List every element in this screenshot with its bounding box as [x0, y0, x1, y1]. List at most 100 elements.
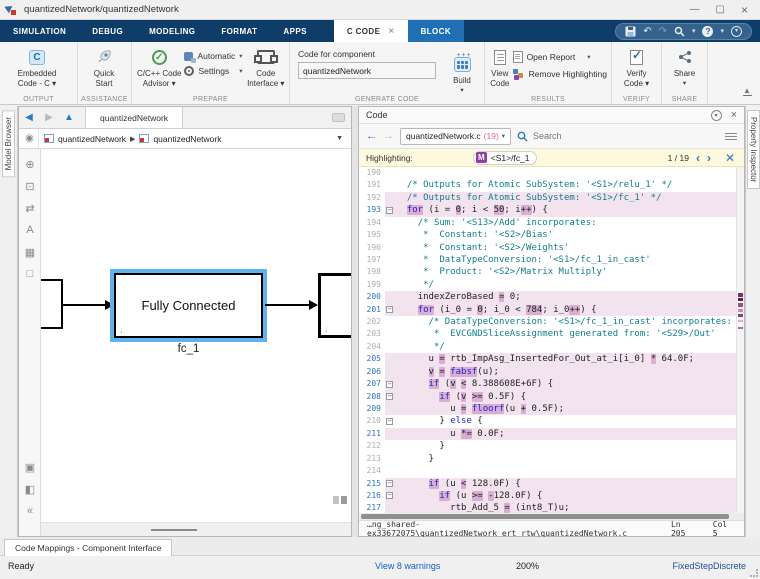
fold-icon[interactable]: − — [386, 480, 393, 487]
code-line[interactable]: 212 } — [359, 440, 736, 452]
doc-bar-extra-icon[interactable] — [332, 113, 345, 122]
search-icon[interactable] — [674, 26, 685, 37]
code-line[interactable]: 201− for (i_0 = 0; i_0 < 784; i_0++) { — [359, 304, 736, 316]
resize-grip[interactable] — [750, 569, 758, 577]
canvas-horizontal-scrollbar[interactable] — [41, 522, 351, 536]
fold-icon[interactable]: − — [386, 306, 393, 313]
code-line[interactable]: 192 /* Outputs for Atomic SubSystem: '<S… — [359, 192, 736, 204]
highlighted-element-badge[interactable]: M <S1>/fc_1 — [473, 151, 537, 165]
code-line[interactable]: 203 * EVCGNDSliceAssignment generated fr… — [359, 328, 736, 340]
subsystem-icon[interactable]: ◧ — [19, 478, 41, 500]
tab-debug[interactable]: DEBUG — [79, 20, 136, 42]
diagram-canvas[interactable]: ↓ Fully Connected ↓ fc_1 ↓ — [41, 149, 351, 522]
image-icon[interactable]: ▦ — [19, 241, 41, 263]
settings-button[interactable]: Settings▾ — [184, 66, 242, 76]
redo-icon[interactable]: ↷ — [659, 24, 667, 39]
code-line[interactable]: 202 /* DataTypeConversion: '<S1>/fc_1_in… — [359, 316, 736, 328]
code-line[interactable]: 194 /* Sum: '<S13>/Add' incorporates: — [359, 217, 736, 229]
search-input[interactable] — [533, 131, 719, 141]
collapse-ribbon-icon[interactable]: ▲ — [743, 86, 752, 96]
code-line[interactable]: 199 */ — [359, 279, 736, 291]
verify-code-button[interactable]: VerifyCode ▾ — [616, 45, 657, 88]
tab-c-code[interactable]: C CODE× — [334, 20, 408, 42]
close-icon[interactable]: × — [741, 0, 748, 20]
warnings-link[interactable]: View 8 warnings — [375, 561, 440, 571]
breadcrumb-current[interactable]: quantizedNetwork — [153, 134, 221, 144]
code-line[interactable]: 196 * Constant: '<S2>/Weights' — [359, 242, 736, 254]
code-line[interactable]: 208− if (v >= 0.5F) { — [359, 391, 736, 403]
solver-name[interactable]: FixedStepDiscrete — [672, 561, 746, 571]
fold-icon[interactable]: − — [386, 418, 393, 425]
fully-connected-block[interactable]: Fully Connected ↓ — [114, 273, 263, 338]
close-tab-icon[interactable]: × — [388, 26, 394, 37]
code-line[interactable]: 205 u = rtb_ImpAsg_InsertedFor_Out_at_i[… — [359, 353, 736, 365]
file-dropdown[interactable]: quantizedNetwork.c (19) ▾ — [400, 128, 511, 145]
clear-highlighting-icon[interactable]: ✕ — [725, 151, 735, 165]
automatic-button[interactable]: Automatic▾ — [184, 51, 242, 61]
minimize-toolstrip-icon[interactable]: ▾ — [731, 26, 742, 37]
code-line[interactable]: 200 indexZeroBased = 0; — [359, 291, 736, 303]
panel-options-icon[interactable]: ▾ — [711, 110, 722, 121]
code-line[interactable]: 207− if (v < 8.388608E+6F) { — [359, 378, 736, 390]
minimize-icon[interactable]: — — [690, 0, 700, 20]
upstream-block[interactable]: ↓ — [41, 279, 63, 329]
save-icon[interactable] — [625, 26, 636, 37]
remove-highlighting-button[interactable]: Remove Highlighting — [513, 68, 607, 80]
up-to-parent-icon[interactable]: ▲ — [59, 107, 79, 128]
tab-modeling[interactable]: MODELING — [136, 20, 208, 42]
area-icon[interactable]: □ — [19, 263, 41, 285]
code-line[interactable]: 206 v = fabsf(u); — [359, 366, 736, 378]
view-code-button[interactable]: ViewCode — [489, 45, 511, 88]
code-mappings-tab[interactable]: Code Mappings - Component Interface — [4, 539, 172, 556]
code-line[interactable]: 191 /* Outputs for Atomic SubSystem: '<S… — [359, 179, 736, 191]
document-tab[interactable]: quantizedNetwork — [85, 107, 183, 128]
undo-icon[interactable]: ↶ — [643, 24, 651, 39]
search-dropdown-icon[interactable]: ▾ — [692, 27, 696, 35]
help-dropdown-icon[interactable]: ▾ — [720, 27, 724, 35]
embedded-code-button[interactable]: C EmbeddedCode - C ▾ — [4, 45, 70, 88]
code-forward-icon[interactable]: → — [383, 130, 394, 142]
code-line[interactable]: 198 * Product: '<S2>/Matrix Multiply' — [359, 266, 736, 278]
code-line[interactable]: 210− } else { — [359, 415, 736, 427]
quick-start-button[interactable]: QuickStart — [82, 45, 126, 88]
signal-wire[interactable] — [265, 304, 311, 306]
code-line[interactable]: 190 — [359, 167, 736, 179]
code-advisor-button[interactable]: ✓ C/C++ CodeAdvisor ▾ — [136, 45, 182, 88]
fold-icon[interactable]: − — [386, 492, 393, 499]
close-code-panel-icon[interactable]: × — [731, 110, 737, 121]
code-line[interactable]: 193− for (i = 0; i < 50; i++) { — [359, 204, 736, 216]
downstream-block[interactable]: ↓ — [318, 273, 351, 338]
tab-apps[interactable]: APPS — [270, 20, 319, 42]
forward-icon[interactable]: ▶ — [39, 107, 59, 128]
menu-icon[interactable] — [725, 133, 737, 140]
signal-wire[interactable] — [63, 304, 107, 306]
code-line[interactable]: 217 rtb_Add_5 = (int8_T)u; — [359, 502, 736, 513]
model-browser-tab[interactable]: Model Browser — [2, 110, 15, 177]
code-line[interactable]: 213 } — [359, 453, 736, 465]
block-name-label[interactable]: fc_1 — [114, 343, 263, 355]
previous-match-icon[interactable]: ‹ — [696, 152, 700, 164]
breadcrumb-dropdown-icon[interactable]: ▼ — [336, 135, 343, 142]
tab-simulation[interactable]: SIMULATION — [0, 20, 79, 42]
code-line[interactable]: 215− if (u < 128.0F) { — [359, 478, 736, 490]
zoom-icon[interactable]: ⊕ — [19, 153, 41, 175]
share-button[interactable]: Share▾ — [666, 45, 703, 88]
next-match-icon[interactable]: › — [707, 152, 711, 164]
code-back-icon[interactable]: ← — [366, 130, 377, 142]
annotation-icon[interactable]: A — [19, 219, 41, 241]
code-interface-button[interactable]: CodeInterface ▾ — [247, 45, 285, 88]
code-line[interactable]: 211 u *= 0.0F; — [359, 428, 736, 440]
tab-format[interactable]: FORMAT — [208, 20, 270, 42]
back-icon[interactable]: ◀ — [19, 107, 39, 128]
signal-routing-icon[interactable]: ⇄ — [19, 197, 41, 219]
code-line[interactable]: 197 * DataTypeConversion: '<S1>/fc_1_in_… — [359, 254, 736, 266]
maximize-icon[interactable]: ▢ — [716, 0, 725, 20]
build-button[interactable]: Build▾ — [444, 47, 480, 95]
code-line[interactable]: 214 — [359, 465, 736, 477]
code-horizontal-scrollbar[interactable] — [359, 513, 744, 520]
component-field[interactable] — [298, 62, 436, 79]
help-icon[interactable]: ? — [702, 26, 713, 37]
fold-icon[interactable]: − — [386, 207, 393, 214]
collapse-palette-icon[interactable]: « — [19, 500, 41, 522]
breadcrumb-root[interactable]: quantizedNetwork — [58, 134, 126, 144]
